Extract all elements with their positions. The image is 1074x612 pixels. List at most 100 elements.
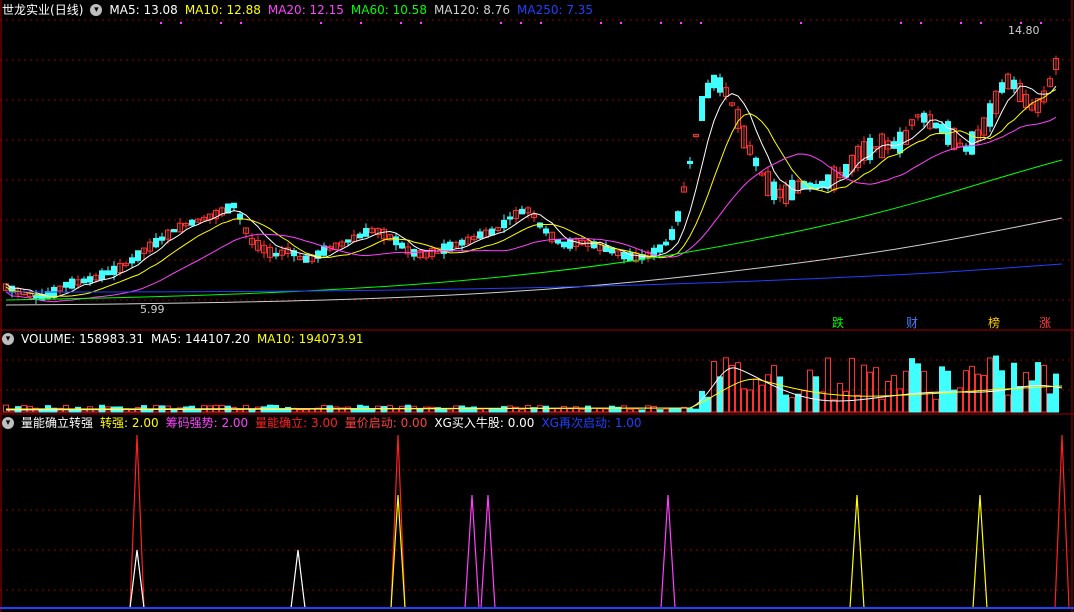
candle-body (129, 257, 135, 264)
signal-dot (1040, 22, 1042, 24)
ma60-line (5, 159, 1063, 301)
volume-bar (471, 406, 477, 413)
volume-bar (903, 370, 909, 413)
candle-body (363, 227, 369, 237)
candle-body (717, 77, 723, 93)
candle-body (105, 270, 111, 276)
ma20-label: MA20: 12.15 (267, 3, 344, 17)
indicator-spike (464, 494, 480, 609)
candle-body (675, 211, 681, 222)
badge-cai: 财 (906, 316, 919, 330)
volume-bar (567, 408, 573, 413)
candle-body (171, 229, 177, 233)
volume-bar (675, 407, 681, 413)
sub-toggle-icon[interactable]: ▾ (2, 417, 14, 429)
candle-body (69, 278, 75, 289)
volume-bar (1005, 394, 1011, 413)
volume-bar (921, 370, 927, 413)
candle-body (657, 244, 663, 253)
candle-body (939, 124, 945, 133)
candle-body (933, 122, 939, 129)
stock-name: 世龙实业 (2, 3, 51, 17)
candle-body (489, 228, 495, 236)
period-label: (日线) (50, 3, 84, 17)
candle-body (621, 251, 627, 260)
volume-bar (867, 371, 873, 413)
candle-body (963, 146, 969, 152)
volume-bar (825, 357, 831, 413)
candle-body (507, 216, 513, 220)
candle-body (111, 265, 117, 275)
volume-bar (933, 398, 939, 413)
volume-toggle-icon[interactable]: ▾ (2, 333, 14, 345)
signal-dot (960, 22, 962, 24)
volume-bar (987, 357, 993, 413)
signal-dot (500, 22, 502, 24)
volume-bar (1023, 372, 1029, 413)
volume-bar (897, 388, 903, 413)
candle-body (303, 255, 309, 263)
candle-body (699, 96, 705, 121)
volume-bar (861, 364, 867, 413)
signal-dot (240, 22, 242, 24)
candle-body (891, 141, 897, 149)
ma60-label: MA60: 10.58 (350, 3, 427, 17)
volume-bar (915, 363, 921, 413)
sub-xg-restart: XG再次启动: 1.00 (541, 416, 642, 430)
volume-bar (417, 408, 423, 413)
volume-bar (849, 357, 855, 413)
volume-bar (951, 389, 957, 413)
indicator-toggle-icon[interactable]: ▾ (90, 4, 103, 16)
volume-header: ▾ VOLUME: 158983.31 MA5: 144107.20 MA10:… (2, 331, 364, 347)
volume-value: VOLUME: 158983.31 (21, 332, 144, 346)
volume-bar (501, 406, 507, 413)
volume-bar (795, 393, 801, 413)
candle-body (81, 278, 87, 284)
candle-body (705, 82, 711, 99)
volume-bar (579, 408, 585, 413)
candle-body (987, 103, 993, 127)
candle-body (543, 228, 549, 234)
volume-ma5: MA5: 144107.20 (151, 332, 250, 346)
volume-bar (777, 376, 783, 413)
signal-dot (360, 22, 362, 24)
volume-bar (753, 378, 759, 413)
volume-bar (657, 409, 663, 413)
candle-body (771, 181, 777, 201)
volume-bar (669, 408, 675, 413)
volume-bar (573, 406, 579, 413)
volume-bar (345, 406, 351, 413)
volume-bar (729, 365, 735, 413)
volume-bar (999, 370, 1005, 413)
volume-bar (735, 362, 741, 413)
volume-bar (975, 373, 981, 413)
volume-bar (819, 391, 825, 413)
volume-bar (297, 409, 303, 413)
low-price-label: 5.99 (140, 303, 165, 316)
volume-ma10: MA10: 194073.91 (256, 332, 364, 346)
volume-bar (939, 366, 945, 413)
signal-dot (420, 22, 422, 24)
stock-chart-window[interactable]: 世龙实业 (日线) ▾ MA5: 13.08 MA10: 12.88 MA20: … (0, 0, 1074, 612)
volume-bar (813, 376, 819, 413)
volume-bar (663, 408, 669, 413)
candle-body (813, 183, 819, 190)
indicator-spike (480, 494, 496, 609)
volume-bar (441, 409, 447, 413)
volume-bar (303, 409, 309, 413)
candle-body (663, 241, 669, 246)
candle-body (399, 242, 405, 249)
volume-bar (723, 357, 729, 413)
candle-body (33, 295, 39, 299)
badge-die: 跌 (832, 316, 845, 330)
candle-body (843, 163, 849, 178)
volume-bar (423, 406, 429, 413)
candle-body (459, 239, 465, 246)
ma5-label: MA5: 13.08 (109, 3, 178, 17)
volume-bar (747, 389, 753, 413)
volume-bar (1017, 385, 1023, 413)
volume-bar (783, 394, 789, 413)
volume-bar (765, 374, 771, 413)
sub-chouma: 筹码强势: 2.00 (165, 416, 249, 430)
volume-bar (1047, 393, 1053, 413)
